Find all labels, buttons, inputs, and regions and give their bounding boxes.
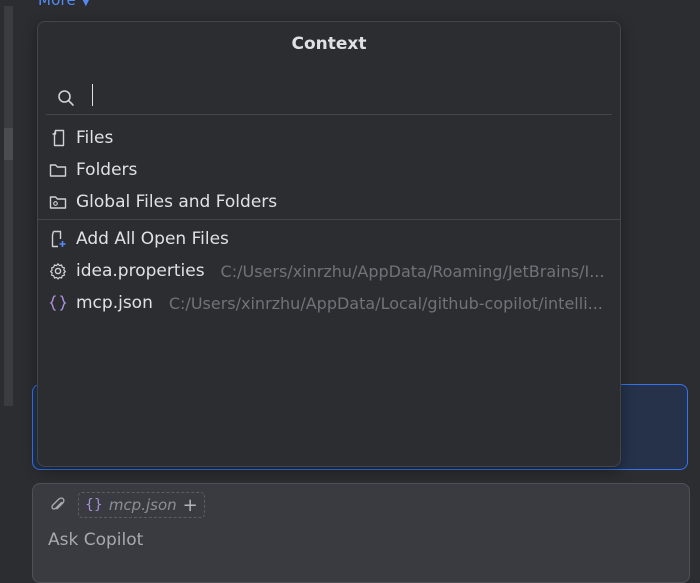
menu-item-global-files-and-folders[interactable]: Global Files and Folders — [46, 187, 612, 217]
attached-file-chip[interactable]: {} mcp.json + — [78, 492, 205, 518]
menu-item-label: mcp.json — [76, 293, 153, 313]
search-input[interactable] — [90, 82, 594, 110]
global-folder-icon — [48, 192, 68, 212]
left-gutter — [0, 0, 16, 568]
menu-item-mcp-json[interactable]: mcp.json C:/Users/xinrzhu/AppData/Local/… — [46, 288, 612, 318]
search-icon — [58, 90, 74, 106]
chevron-down-icon: ▼ — [82, 0, 90, 8]
popup-title: Context — [291, 34, 367, 54]
add-context-icon[interactable]: + — [183, 495, 198, 516]
json-icon: {} — [85, 497, 103, 513]
file-icon — [48, 128, 68, 148]
chip-label: mcp.json — [108, 496, 177, 514]
menu-item-label: Global Files and Folders — [76, 192, 278, 212]
file-path: C:/Users/xinrzhu/AppData/Local/github-co… — [168, 293, 603, 313]
menu-item-idea-properties[interactable]: idea.properties C:/Users/xinrzhu/AppData… — [46, 256, 612, 286]
menu-item-label: Folders — [76, 160, 138, 180]
chat-input-placeholder[interactable]: Ask Copilot — [48, 530, 143, 550]
context-search[interactable] — [46, 80, 612, 115]
menu-item-add-all-open-files[interactable]: Add All Open Files — [46, 224, 612, 254]
add-files-icon — [48, 229, 68, 249]
context-popup: Context Files Folders Global Files and F… — [37, 21, 621, 467]
gear-icon — [48, 261, 68, 281]
chat-input-area[interactable]: {} mcp.json + Ask Copilot — [32, 483, 690, 583]
folder-icon — [48, 160, 68, 180]
more-label: More — [38, 0, 76, 9]
scroll-track[interactable] — [4, 6, 13, 406]
section-divider — [38, 219, 620, 220]
menu-item-files[interactable]: Files — [46, 123, 612, 153]
file-path: C:/Users/xinrzhu/AppData/Roaming/JetBrai… — [220, 261, 605, 281]
more-link[interactable]: More ▼ — [38, 0, 90, 9]
scrollbar-thumb[interactable] — [4, 128, 13, 160]
menu-item-label: Add All Open Files — [76, 229, 229, 249]
json-icon — [48, 293, 68, 313]
menu-item-folders[interactable]: Folders — [46, 155, 612, 185]
attach-paperclip-icon[interactable] — [50, 496, 66, 518]
menu-item-label: idea.properties — [76, 261, 205, 281]
menu-item-label: Files — [76, 128, 114, 148]
